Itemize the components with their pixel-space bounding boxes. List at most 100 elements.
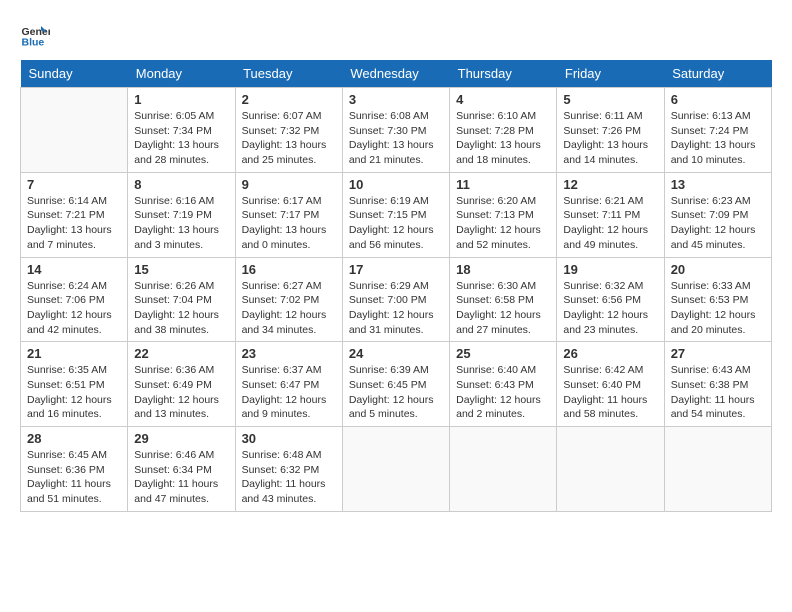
calendar-table: SundayMondayTuesdayWednesdayThursdayFrid…: [20, 60, 772, 512]
day-info: Sunrise: 6:48 AM Sunset: 6:32 PM Dayligh…: [242, 448, 336, 507]
calendar-cell: 6 Sunrise: 6:13 AM Sunset: 7:24 PM Daylig…: [664, 88, 771, 173]
day-info: Sunrise: 6:39 AM Sunset: 6:45 PM Dayligh…: [349, 363, 443, 422]
day-number: 17: [349, 262, 443, 277]
day-info: Sunrise: 6:10 AM Sunset: 7:28 PM Dayligh…: [456, 109, 550, 168]
calendar-cell: [450, 427, 557, 512]
calendar-cell: 10 Sunrise: 6:19 AM Sunset: 7:15 PM Dayli…: [342, 172, 449, 257]
day-info: Sunrise: 6:05 AM Sunset: 7:34 PM Dayligh…: [134, 109, 228, 168]
day-number: 29: [134, 431, 228, 446]
day-number: 19: [563, 262, 657, 277]
calendar-cell: [21, 88, 128, 173]
calendar-cell: 21 Sunrise: 6:35 AM Sunset: 6:51 PM Dayli…: [21, 342, 128, 427]
day-number: 4: [456, 92, 550, 107]
day-info: Sunrise: 6:46 AM Sunset: 6:34 PM Dayligh…: [134, 448, 228, 507]
day-number: 5: [563, 92, 657, 107]
calendar-cell: 1 Sunrise: 6:05 AM Sunset: 7:34 PM Daylig…: [128, 88, 235, 173]
calendar-cell: 26 Sunrise: 6:42 AM Sunset: 6:40 PM Dayli…: [557, 342, 664, 427]
weekday-header: Wednesday: [342, 60, 449, 88]
calendar-cell: 29 Sunrise: 6:46 AM Sunset: 6:34 PM Dayli…: [128, 427, 235, 512]
day-info: Sunrise: 6:43 AM Sunset: 6:38 PM Dayligh…: [671, 363, 765, 422]
day-info: Sunrise: 6:13 AM Sunset: 7:24 PM Dayligh…: [671, 109, 765, 168]
calendar-cell: 28Sunrise: 6:45 AM Sunset: 6:36 PM Dayli…: [21, 427, 128, 512]
day-number: 24: [349, 346, 443, 361]
weekday-header: Friday: [557, 60, 664, 88]
day-info: Sunrise: 6:40 AM Sunset: 6:43 PM Dayligh…: [456, 363, 550, 422]
day-number: 3: [349, 92, 443, 107]
calendar-cell: [342, 427, 449, 512]
day-number: 28: [27, 431, 121, 446]
day-info: Sunrise: 6:19 AM Sunset: 7:15 PM Dayligh…: [349, 194, 443, 253]
weekday-header: Saturday: [664, 60, 771, 88]
calendar-cell: 25 Sunrise: 6:40 AM Sunset: 6:43 PM Dayli…: [450, 342, 557, 427]
day-number: 27: [671, 346, 765, 361]
calendar-cell: 23 Sunrise: 6:37 AM Sunset: 6:47 PM Dayli…: [235, 342, 342, 427]
day-number: 1: [134, 92, 228, 107]
calendar-cell: 9 Sunrise: 6:17 AM Sunset: 7:17 PM Daylig…: [235, 172, 342, 257]
calendar-cell: 8 Sunrise: 6:16 AM Sunset: 7:19 PM Daylig…: [128, 172, 235, 257]
svg-text:Blue: Blue: [22, 37, 45, 49]
day-number: 30: [242, 431, 336, 446]
day-info: Sunrise: 6:26 AM Sunset: 7:04 PM Dayligh…: [134, 279, 228, 338]
calendar-cell: 14 Sunrise: 6:24 AM Sunset: 7:06 PM Dayli…: [21, 257, 128, 342]
weekday-header: Monday: [128, 60, 235, 88]
day-number: 23: [242, 346, 336, 361]
logo-icon: General Blue: [20, 20, 50, 50]
day-info: Sunrise: 6:29 AM Sunset: 7:00 PM Dayligh…: [349, 279, 443, 338]
day-number: 16: [242, 262, 336, 277]
day-number: 26: [563, 346, 657, 361]
calendar-cell: 22Sunrise: 6:36 AM Sunset: 6:49 PM Dayli…: [128, 342, 235, 427]
day-info: Sunrise: 6:14 AM Sunset: 7:21 PM Dayligh…: [27, 194, 121, 253]
day-info: Sunrise: 6:16 AM Sunset: 7:19 PM Dayligh…: [134, 194, 228, 253]
calendar-cell: 5 Sunrise: 6:11 AM Sunset: 7:26 PM Daylig…: [557, 88, 664, 173]
calendar-cell: 30 Sunrise: 6:48 AM Sunset: 6:32 PM Dayli…: [235, 427, 342, 512]
day-number: 15: [134, 262, 228, 277]
day-info: Sunrise: 6:37 AM Sunset: 6:47 PM Dayligh…: [242, 363, 336, 422]
calendar-cell: [664, 427, 771, 512]
day-info: Sunrise: 6:23 AM Sunset: 7:09 PM Dayligh…: [671, 194, 765, 253]
day-info: Sunrise: 6:24 AM Sunset: 7:06 PM Dayligh…: [27, 279, 121, 338]
day-info: Sunrise: 6:30 AM Sunset: 6:58 PM Dayligh…: [456, 279, 550, 338]
day-number: 10: [349, 177, 443, 192]
calendar-cell: 27 Sunrise: 6:43 AM Sunset: 6:38 PM Dayli…: [664, 342, 771, 427]
calendar-cell: 7Sunrise: 6:14 AM Sunset: 7:21 PM Daylig…: [21, 172, 128, 257]
weekday-header: Tuesday: [235, 60, 342, 88]
day-info: Sunrise: 6:35 AM Sunset: 6:51 PM Dayligh…: [27, 363, 121, 422]
calendar-cell: 15 Sunrise: 6:26 AM Sunset: 7:04 PM Dayli…: [128, 257, 235, 342]
day-number: 12: [563, 177, 657, 192]
day-number: 18: [456, 262, 550, 277]
day-info: Sunrise: 6:21 AM Sunset: 7:11 PM Dayligh…: [563, 194, 657, 253]
calendar-cell: 20 Sunrise: 6:33 AM Sunset: 6:53 PM Dayli…: [664, 257, 771, 342]
day-number: 6: [671, 92, 765, 107]
day-number: 11: [456, 177, 550, 192]
calendar-cell: 17 Sunrise: 6:29 AM Sunset: 7:00 PM Dayli…: [342, 257, 449, 342]
day-info: Sunrise: 6:08 AM Sunset: 7:30 PM Dayligh…: [349, 109, 443, 168]
day-info: Sunrise: 6:32 AM Sunset: 6:56 PM Dayligh…: [563, 279, 657, 338]
calendar-cell: 19 Sunrise: 6:32 AM Sunset: 6:56 PM Dayli…: [557, 257, 664, 342]
header: General Blue: [20, 20, 772, 50]
day-number: 22: [134, 346, 228, 361]
calendar-cell: [557, 427, 664, 512]
day-number: 13: [671, 177, 765, 192]
day-info: Sunrise: 6:11 AM Sunset: 7:26 PM Dayligh…: [563, 109, 657, 168]
day-info: Sunrise: 6:17 AM Sunset: 7:17 PM Dayligh…: [242, 194, 336, 253]
calendar-cell: 24 Sunrise: 6:39 AM Sunset: 6:45 PM Dayli…: [342, 342, 449, 427]
day-number: 8: [134, 177, 228, 192]
day-info: Sunrise: 6:27 AM Sunset: 7:02 PM Dayligh…: [242, 279, 336, 338]
calendar-cell: 2Sunrise: 6:07 AM Sunset: 7:32 PM Daylig…: [235, 88, 342, 173]
day-number: 25: [456, 346, 550, 361]
day-info: Sunrise: 6:33 AM Sunset: 6:53 PM Dayligh…: [671, 279, 765, 338]
day-number: 9: [242, 177, 336, 192]
calendar-cell: 16 Sunrise: 6:27 AM Sunset: 7:02 PM Dayli…: [235, 257, 342, 342]
calendar-cell: 12 Sunrise: 6:21 AM Sunset: 7:11 PM Dayli…: [557, 172, 664, 257]
calendar-cell: 13 Sunrise: 6:23 AM Sunset: 7:09 PM Dayli…: [664, 172, 771, 257]
day-number: 20: [671, 262, 765, 277]
day-number: 21: [27, 346, 121, 361]
calendar-cell: 3 Sunrise: 6:08 AM Sunset: 7:30 PM Daylig…: [342, 88, 449, 173]
day-number: 14: [27, 262, 121, 277]
calendar-cell: 18 Sunrise: 6:30 AM Sunset: 6:58 PM Dayli…: [450, 257, 557, 342]
day-number: 2: [242, 92, 336, 107]
day-info: Sunrise: 6:42 AM Sunset: 6:40 PM Dayligh…: [563, 363, 657, 422]
day-info: Sunrise: 6:20 AM Sunset: 7:13 PM Dayligh…: [456, 194, 550, 253]
calendar-cell: 11 Sunrise: 6:20 AM Sunset: 7:13 PM Dayli…: [450, 172, 557, 257]
calendar-cell: 4 Sunrise: 6:10 AM Sunset: 7:28 PM Daylig…: [450, 88, 557, 173]
